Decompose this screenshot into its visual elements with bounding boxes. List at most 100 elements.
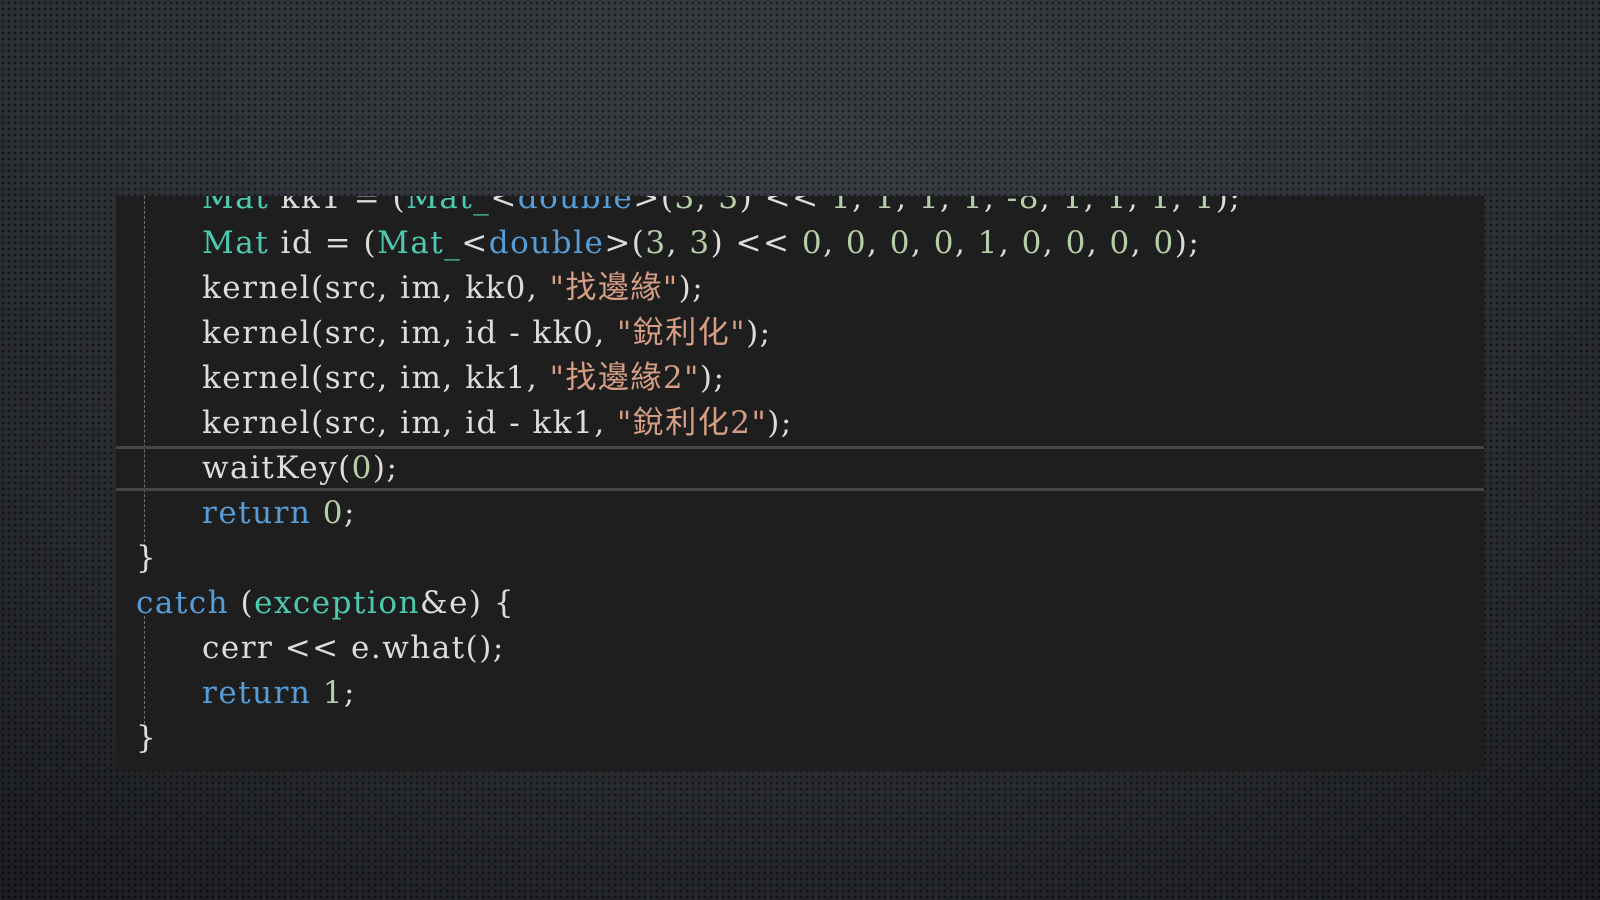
code-token: ; [343,675,356,711]
code-token: < [461,225,489,261]
code-token: double [517,196,634,216]
code-token: 0 [1021,225,1043,261]
code-token: , [954,225,978,261]
code-token: , [998,225,1022,261]
code-token: } [136,540,158,576]
code-token: , [984,196,1007,216]
code-token: ) << [710,225,802,261]
code-line[interactable]: return 1; [116,671,1484,716]
code-token: ); [767,405,793,441]
code-line[interactable]: kernel(src, im, kk0, "找邊緣"); [116,266,1484,311]
code-token: 0 [1109,225,1131,261]
code-token: -8 [1006,196,1040,216]
code-token: waitKey( [202,450,352,486]
code-token: 1 [322,675,344,711]
code-token: 0 [1153,225,1175,261]
code-token: "銳利化2" [617,405,768,441]
code-token: , [1086,225,1110,261]
code-token: catch [136,585,230,621]
code-token: kk1 = ( [269,196,407,216]
code-token: 3 [718,196,740,216]
code-token: , [823,225,846,261]
code-token: kernel(src, im, kk1, [202,360,550,396]
code-token: 1 [874,196,897,216]
code-token: 1 [1106,196,1128,216]
code-token: Mat [202,225,270,261]
code-token: id = ( [269,225,378,261]
code-token: ) << [739,196,831,216]
code-token: return [202,495,312,531]
code-token: "找邊緣2" [549,360,700,396]
code-line[interactable]: catch (exception&e) { [116,581,1484,626]
code-line[interactable]: return 0; [116,491,1484,536]
code-line[interactable]: kernel(src, im, id - kk0, "銳利化"); [116,311,1484,356]
code-token: 1 [1194,196,1216,216]
code-token: , [940,196,963,216]
code-token: , [867,225,890,261]
code-token: , [1039,196,1063,216]
code-token: 0 [933,225,955,261]
code-token: >( [604,225,646,261]
code-token: , [1127,196,1151,216]
code-token: Mat_ [406,196,491,216]
code-token: 1 [962,196,984,216]
code-token: 0 [351,450,373,486]
code-token: , [911,225,934,261]
code-line[interactable]: } [116,716,1484,761]
code-token: Mat_ [377,225,462,261]
code-token: &e) { [419,585,516,621]
code-token: kernel(src, im, id - kk1, [202,405,618,441]
code-token: < [490,196,518,216]
code-token: ); [1174,225,1201,261]
code-token: return [202,675,312,711]
code-token: kernel(src, im, id - kk0, [202,315,618,351]
code-line[interactable]: } [116,536,1484,581]
code-line[interactable]: Mat id = (Mat_<double>(3, 3) << 0, 0, 0,… [116,221,1484,266]
code-token: Mat [202,196,270,216]
code-token: , [852,196,875,216]
code-token: 0 [801,225,824,261]
code-line[interactable]: kernel(src, im, id - kk1, "銳利化2"); [116,401,1484,446]
code-token: 3 [674,196,696,216]
code-token: ); [1215,196,1242,216]
code-token: , [1083,196,1107,216]
code-token: , [666,225,690,261]
code-token: , [1130,225,1154,261]
code-token: ); [372,450,399,486]
code-token: 3 [689,225,711,261]
code-token: ( [229,585,255,621]
code-line[interactable]: Mat kk1 = (Mat_<double>(3, 3) << 1, 1, 1… [116,196,1484,221]
code-token: 1 [1062,196,1084,216]
code-line[interactable]: cerr << e.what(); [116,626,1484,671]
code-token: 3 [645,225,667,261]
code-token: , [1042,225,1066,261]
code-token: >( [633,196,675,216]
code-editor[interactable]: Mat kk1 = (Mat_<double>(3, 3) << 1, 1, 1… [116,196,1484,771]
code-token: 0 [1065,225,1087,261]
code-token: , [1171,196,1195,216]
code-token: ); [746,315,772,351]
code-line[interactable]: kernel(src, im, kk1, "找邊緣2"); [116,356,1484,401]
code-token: 1 [830,196,853,216]
code-token: kernel(src, im, kk0, [202,270,550,306]
code-token: 0 [889,225,911,261]
code-token: 0 [322,495,344,531]
code-line-current[interactable]: waitKey(0); [116,446,1484,491]
code-token: 1 [918,196,941,216]
code-token: , [896,196,919,216]
code-token: "銳利化" [617,315,747,351]
code-token: ); [678,270,705,306]
code-token: double [488,225,605,261]
code-token: exception [254,585,420,621]
code-token: 1 [1150,196,1172,216]
code-token: 0 [845,225,868,261]
code-token: ); [699,360,726,396]
code-token: "找邊緣" [549,270,679,306]
code-token: , [695,196,719,216]
code-token: ; [343,495,356,531]
code-token: } [136,720,158,756]
code-token: 1 [977,225,999,261]
code-token: cerr << e.what(); [202,630,505,666]
